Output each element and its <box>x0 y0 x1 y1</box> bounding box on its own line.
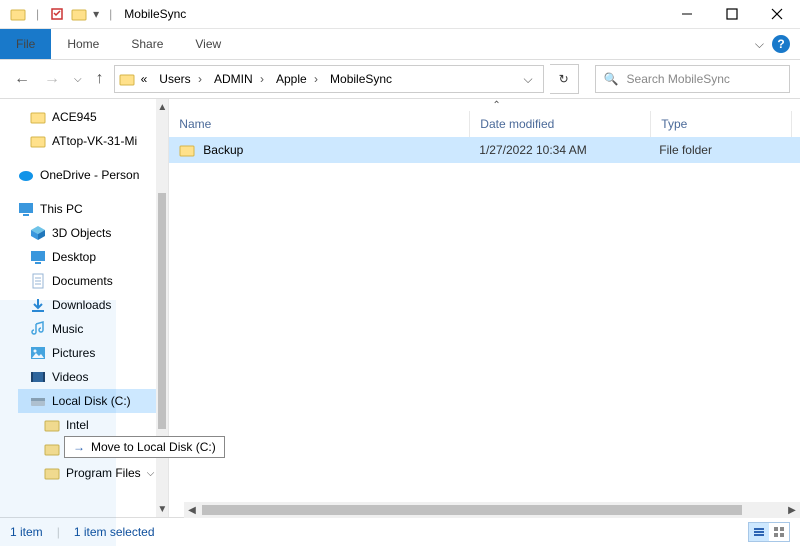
address-dropdown-icon[interactable]: ⌵ <box>517 72 538 87</box>
up-button[interactable]: ↑ <box>92 70 108 88</box>
list-collapse-icon[interactable]: ⌃ <box>169 99 800 111</box>
breadcrumb-users[interactable]: Users › <box>153 72 208 86</box>
address-bar[interactable]: « Users › ADMIN › Apple › MobileSync ⌵ <box>114 65 544 93</box>
window-title: MobileSync <box>124 7 186 21</box>
column-date[interactable]: Date modified <box>470 111 651 137</box>
help-button[interactable]: ? <box>772 35 790 53</box>
3d-icon <box>30 225 46 241</box>
tab-view[interactable]: View <box>179 29 237 59</box>
sidebar-item-desktop[interactable]: Desktop <box>18 245 168 269</box>
column-name[interactable]: Name <box>169 111 470 137</box>
h-scroll-thumb[interactable] <box>202 505 742 515</box>
scroll-thumb[interactable] <box>158 193 166 429</box>
tab-share[interactable]: Share <box>115 29 179 59</box>
forward-button[interactable]: → <box>40 70 64 88</box>
qat-separator-2: | <box>109 7 112 21</box>
sidebar-item-documents[interactable]: Documents <box>18 269 168 293</box>
move-arrow-icon: → <box>73 440 85 454</box>
tab-file[interactable]: File <box>0 29 51 59</box>
scroll-left-icon[interactable]: ◀ <box>184 502 200 518</box>
search-icon: 🔍 <box>604 72 619 86</box>
properties-icon[interactable] <box>49 6 65 22</box>
folder-icon <box>10 6 26 22</box>
titlebar: | ▾ | MobileSync <box>0 0 800 29</box>
sidebar-item-ace945[interactable]: ACE945 <box>18 105 168 129</box>
ribbon-collapse-icon[interactable]: ⌵ <box>755 37 764 52</box>
sidebar-item-label: 3D Objects <box>52 226 111 240</box>
chevron-down-icon[interactable]: ⌵ <box>147 468 155 479</box>
file-row[interactable]: Backup 1/27/2022 10:34 AM File folder <box>169 137 800 163</box>
file-list: ⌃ Name Date modified Type Si Backup 1/27… <box>168 99 800 517</box>
horizontal-scrollbar[interactable]: ◀ ▶ <box>184 502 800 518</box>
close-button[interactable] <box>754 0 799 28</box>
sidebar-item-3d-objects[interactable]: 3D Objects <box>18 221 168 245</box>
sidebar-item-label: ATtop-VK-31-Mi <box>52 134 137 148</box>
navbar: ← → ⌵ ↑ « Users › ADMIN › Apple › Mobile… <box>0 60 800 99</box>
maximize-button[interactable] <box>709 0 754 28</box>
breadcrumb-admin[interactable]: ADMIN › <box>208 72 270 86</box>
thumbnails-view-button[interactable] <box>769 523 789 541</box>
column-size[interactable]: Si <box>792 111 800 137</box>
tab-home[interactable]: Home <box>51 29 115 59</box>
breadcrumb-apple[interactable]: Apple › <box>270 72 324 86</box>
recent-locations-icon[interactable]: ⌵ <box>70 74 86 85</box>
status-bar: 1 item | 1 item selected <box>0 517 800 546</box>
sidebar-item-this-pc[interactable]: This PC <box>18 197 168 221</box>
monitor-icon <box>18 201 34 217</box>
minimize-button[interactable] <box>664 0 709 28</box>
search-placeholder: Search MobileSync <box>627 72 730 86</box>
monitor-icon <box>30 249 46 265</box>
sidebar-item-label: ACE945 <box>52 110 97 124</box>
breadcrumb-mobilesync[interactable]: MobileSync <box>324 72 398 86</box>
address-folder-icon <box>119 71 135 87</box>
drop-tooltip-text: Move to Local Disk (C:) <box>91 440 216 454</box>
doc-icon <box>30 273 46 289</box>
breadcrumb-prefix[interactable]: « <box>135 72 154 86</box>
sidebar-item-label: This PC <box>40 202 83 216</box>
sidebar-item-label: Documents <box>52 274 113 288</box>
back-button[interactable]: ← <box>10 70 34 88</box>
sidebar-item-attop-vk-31-mi[interactable]: ATtop-VK-31-Mi <box>18 129 168 153</box>
search-input[interactable]: 🔍 Search MobileSync <box>595 65 790 93</box>
file-type: File folder <box>649 143 789 157</box>
folder-icon <box>30 133 46 149</box>
folder-icon <box>30 109 46 125</box>
qat-overflow-icon[interactable]: ▾ <box>93 7 99 21</box>
app-folder-icon <box>71 6 87 22</box>
column-type[interactable]: Type <box>651 111 792 137</box>
file-name: Backup <box>203 143 243 157</box>
details-view-button[interactable] <box>749 523 769 541</box>
drop-tooltip: → Move to Local Disk (C:) <box>64 436 225 458</box>
sidebar-item-label: Desktop <box>52 250 96 264</box>
scroll-right-icon[interactable]: ▶ <box>784 502 800 518</box>
drag-ghost <box>0 300 116 546</box>
onedrive-icon <box>18 167 34 183</box>
scroll-up-icon[interactable]: ▲ <box>156 99 168 115</box>
view-switcher <box>748 522 790 542</box>
qat-separator: | <box>36 7 39 21</box>
scroll-down-icon[interactable]: ▼ <box>156 501 168 517</box>
list-header: Name Date modified Type Si <box>169 111 800 137</box>
ribbon: File Home Share View ⌵ ? <box>0 29 800 60</box>
refresh-button[interactable]: ↻ <box>550 64 579 94</box>
file-date: 1/27/2022 10:34 AM <box>469 143 649 157</box>
sidebar-item-label: OneDrive - Person <box>40 168 139 182</box>
sidebar-item-onedrive-person[interactable]: OneDrive - Person <box>18 163 168 187</box>
folder-icon <box>179 142 195 158</box>
